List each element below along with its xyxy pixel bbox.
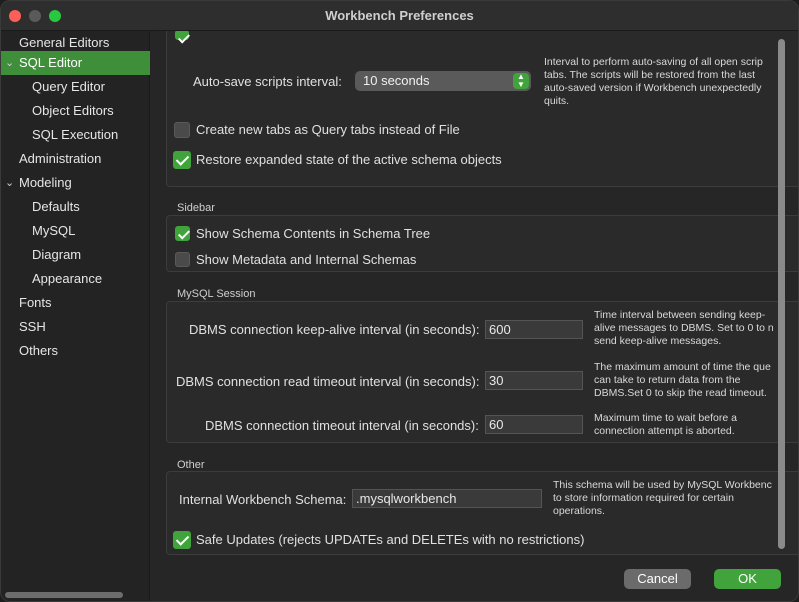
updown-chevron-icon: ▲ ▼	[513, 73, 529, 89]
sidebar-item-sql-execution[interactable]: SQL Execution	[1, 123, 150, 147]
restore-expanded-label: Restore expanded state of the active sch…	[196, 152, 502, 167]
sidebar-item-label: Modeling	[19, 175, 72, 190]
sidebar-item-mysql[interactable]: MySQL	[1, 219, 150, 243]
sidebar-item-label: Query Editor	[32, 79, 105, 94]
connection-timeout-label: DBMS connection timeout interval (in sec…	[205, 418, 479, 433]
keepalive-interval-label: DBMS connection keep-alive interval (in …	[189, 322, 480, 337]
autosave-interval-select[interactable]: 10 seconds ▲ ▼	[355, 71, 531, 91]
sidebar-item-diagram[interactable]: Diagram	[1, 243, 150, 267]
scrollbar-thumb[interactable]	[778, 39, 785, 549]
internal-schema-help-text: This schema will be used by MySQL Workbe…	[553, 479, 772, 517]
safe-updates-checkbox[interactable]	[173, 531, 191, 549]
query-tabs-label: Create new tabs as Query tabs instead of…	[196, 122, 460, 137]
sidebar-item-fonts[interactable]: Fonts	[1, 291, 150, 315]
sidebar-item-appearance[interactable]: Appearance	[1, 267, 150, 291]
safe-updates-label: Safe Updates (rejects UPDATEs and DELETE…	[196, 532, 585, 547]
other-section-title: Other	[177, 459, 205, 471]
autosave-interval-value: 10 seconds	[363, 73, 430, 88]
internal-schema-label: Internal Workbench Schema:	[179, 492, 347, 507]
sidebar-item-label: Administration	[19, 151, 102, 166]
sidebar-item-modeling[interactable]: ⌄ Modeling	[1, 171, 150, 195]
show-metadata-checkbox[interactable]	[175, 252, 190, 267]
sidebar-item-sql-editor[interactable]: ⌄ SQL Editor	[1, 51, 150, 75]
sidebar-item-defaults[interactable]: Defaults	[1, 195, 150, 219]
connection-timeout-input[interactable]: 60	[485, 415, 583, 434]
sidebar-item-ssh[interactable]: SSH	[1, 315, 150, 339]
restore-expanded-checkbox[interactable]	[173, 151, 191, 169]
keepalive-interval-input[interactable]: 600	[485, 320, 583, 339]
cancel-button[interactable]: Cancel	[624, 569, 691, 589]
sidebar-item-administration[interactable]: Administration	[1, 147, 150, 171]
show-schema-contents-checkbox[interactable]	[175, 226, 190, 241]
title-bar: Workbench Preferences	[1, 1, 798, 31]
sidebar-item-label: SQL Execution	[32, 127, 119, 142]
content-vertical-scrollbar[interactable]	[776, 31, 788, 561]
sidebar-item-label: SQL Editor	[19, 55, 83, 70]
sidebar-horizontal-scrollbar[interactable]	[5, 592, 123, 598]
chevron-down-icon[interactable]: ⌄	[5, 171, 14, 195]
show-metadata-label: Show Metadata and Internal Schemas	[196, 252, 417, 267]
sidebar-item-label: Object Editors	[32, 103, 114, 118]
sidebar-item-label: Fonts	[19, 295, 52, 310]
sidebar-item-query-editor[interactable]: Query Editor	[1, 75, 150, 99]
sidebar-item-label: Defaults	[32, 199, 80, 214]
show-schema-contents-label: Show Schema Contents in Schema Tree	[196, 226, 431, 241]
window-title: Workbench Preferences	[325, 8, 474, 23]
connection-timeout-help-text: Maximum time to wait before a connection…	[594, 412, 737, 437]
query-tabs-checkbox[interactable]	[174, 122, 190, 138]
mysql-session-section-title: MySQL Session	[177, 288, 256, 300]
read-timeout-label: DBMS connection read timeout interval (i…	[176, 374, 480, 389]
sidebar-item-label: Appearance	[32, 271, 103, 286]
sidebar-item-label: Diagram	[32, 247, 82, 262]
read-timeout-input[interactable]: 30	[485, 371, 583, 390]
sidebar-item-label: Others	[19, 343, 59, 358]
chevron-down-icon[interactable]: ⌄	[5, 51, 14, 75]
sidebar-item-label: MySQL	[32, 223, 76, 238]
hidden-option-checkbox[interactable]	[175, 31, 189, 40]
sidebar-item-others[interactable]: Others	[1, 339, 150, 363]
autosave-help-text: Interval to perform auto-saving of all o…	[544, 56, 763, 107]
internal-schema-input[interactable]: .mysqlworkbench	[352, 489, 542, 508]
preferences-window: Workbench Preferences General Editors ⌄ …	[0, 0, 799, 602]
keepalive-help-text: Time interval between sending keep- aliv…	[594, 309, 774, 347]
autosave-interval-label: Auto-save scripts interval:	[193, 74, 342, 89]
read-timeout-help-text: The maximum amount of time the que can t…	[594, 361, 771, 399]
sidebar-section-title: Sidebar	[177, 202, 215, 214]
preferences-content: Auto-save scripts interval: 10 seconds ▲…	[151, 31, 798, 601]
sidebar-item-object-editors[interactable]: Object Editors	[1, 99, 150, 123]
preferences-sidebar: General Editors ⌄ SQL Editor Query Edito…	[1, 31, 150, 601]
sidebar-item-label: SSH	[19, 319, 46, 334]
ok-button[interactable]: OK	[714, 569, 781, 589]
